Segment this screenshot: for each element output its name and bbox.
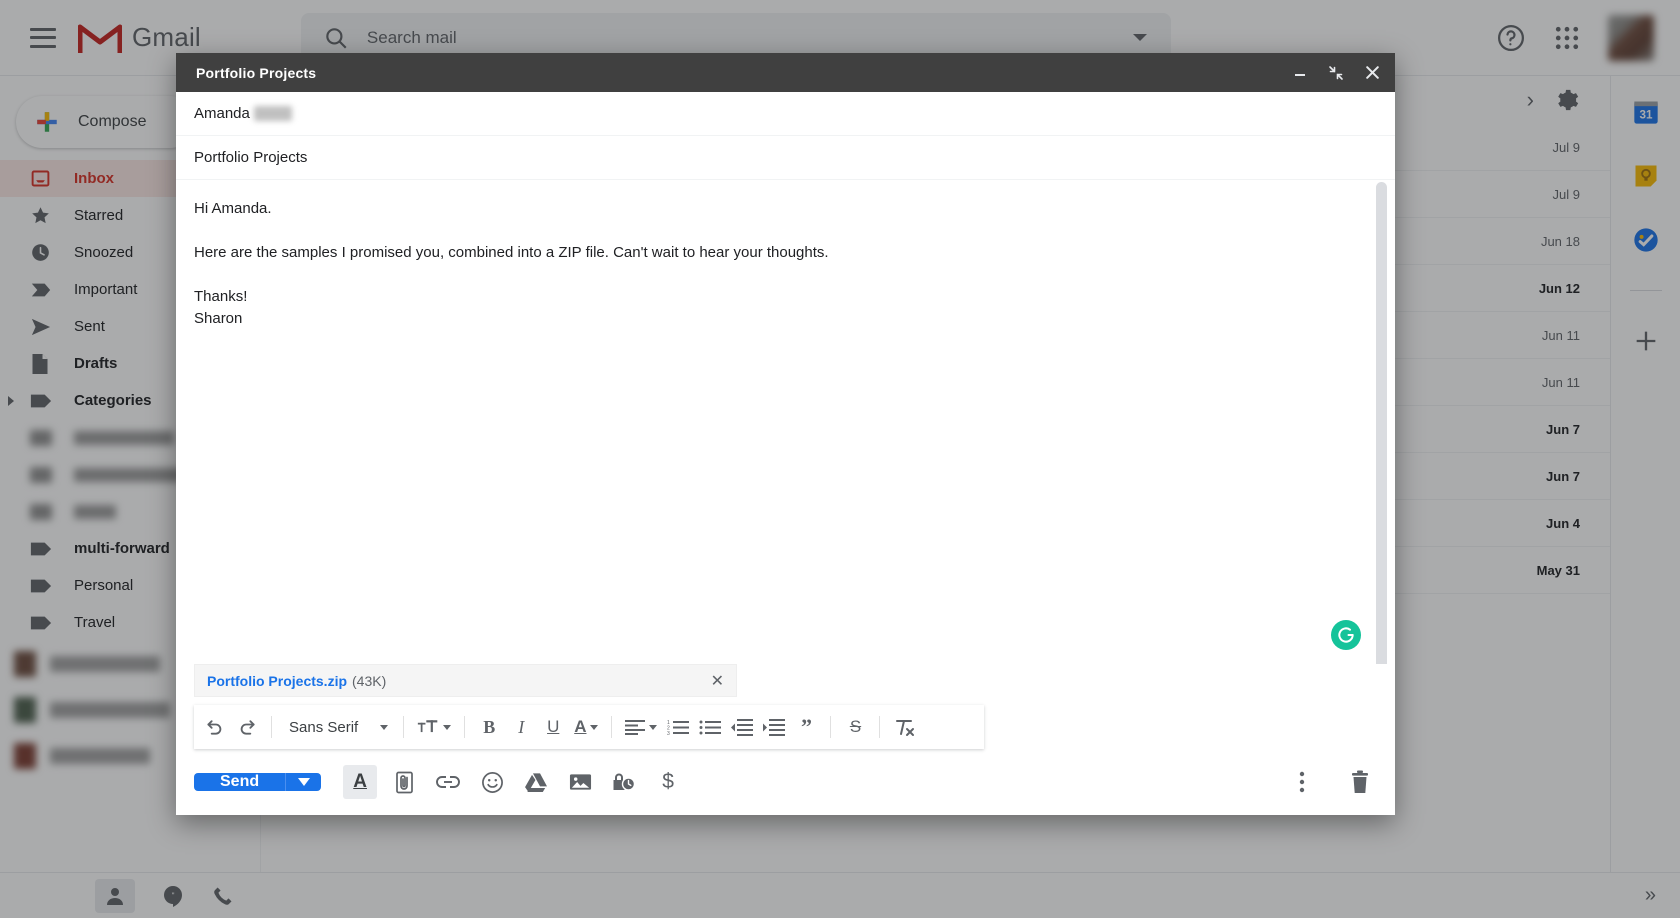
bulleted-list-icon[interactable]: [695, 711, 725, 743]
body-scrollbar[interactable]: [1376, 180, 1387, 664]
body-greeting: Hi Amanda.: [194, 200, 272, 217]
svg-text:3: 3: [667, 731, 670, 736]
insert-emoji-icon[interactable]: [475, 765, 509, 799]
recipient-field[interactable]: Amanda: [176, 92, 1395, 136]
attachments-area: Portfolio Projects.zip (43K) ✕: [176, 664, 1395, 705]
close-icon[interactable]: [1357, 58, 1387, 88]
align-left-icon[interactable]: [621, 711, 661, 743]
font-family-value: Sans Serif: [289, 718, 359, 736]
compose-actions: Send A $: [176, 749, 1395, 815]
redo-icon[interactable]: [232, 711, 262, 743]
recipient-name: Amanda: [194, 105, 250, 122]
divider: [403, 716, 405, 738]
divider: [879, 716, 881, 738]
compose-window-controls: [1285, 58, 1387, 88]
subject-value: Portfolio Projects: [194, 149, 308, 166]
formatting-options-icon[interactable]: A: [343, 765, 378, 799]
font-family-select[interactable]: Sans Serif: [281, 711, 394, 743]
undo-icon[interactable]: [200, 711, 230, 743]
strikethrough-icon[interactable]: S: [840, 711, 870, 743]
divider: [830, 716, 832, 738]
indent-increase-icon[interactable]: [759, 711, 789, 743]
insert-photo-icon[interactable]: [563, 765, 597, 799]
formatting-options-label: A: [353, 771, 367, 792]
indent-decrease-icon[interactable]: [727, 711, 757, 743]
divider: [271, 716, 272, 738]
italic-button[interactable]: I: [506, 711, 536, 743]
message-body-wrap: Hi Amanda. Here are the samples I promis…: [176, 180, 1395, 664]
divider: [611, 716, 613, 738]
divider: [464, 716, 466, 738]
attachment-chip[interactable]: Portfolio Projects.zip (43K) ✕: [194, 664, 737, 697]
minimize-icon[interactable]: [1285, 58, 1315, 88]
font-size-icon[interactable]: [413, 711, 455, 743]
confidential-mode-icon[interactable]: [607, 765, 641, 799]
insert-link-icon[interactable]: [431, 765, 465, 799]
body-signoff: Thanks!: [194, 288, 248, 305]
send-options-button[interactable]: [285, 773, 322, 791]
send-button[interactable]: Send: [194, 773, 286, 791]
text-color-label: A: [574, 717, 587, 736]
body-signature: Sharon: [194, 310, 243, 327]
attach-file-icon[interactable]: [387, 765, 421, 799]
google-drive-icon[interactable]: [519, 765, 553, 799]
compose-window: Portfolio Projects Amanda Portfolio Proj…: [176, 53, 1395, 815]
grammarly-icon[interactable]: [1331, 620, 1361, 650]
compose-title: Portfolio Projects: [196, 64, 317, 81]
recipient-email-redacted: [253, 106, 292, 121]
bold-button[interactable]: B: [474, 711, 504, 743]
attachment-size: (43K): [352, 672, 387, 689]
chevron-down-icon: [443, 724, 452, 730]
chevron-down-icon: [649, 724, 658, 730]
insert-actions: A $: [343, 765, 685, 799]
compose-actions-right: [1285, 765, 1377, 799]
trash-icon[interactable]: [1343, 765, 1377, 799]
send-group: Send: [194, 773, 322, 791]
chevron-down-icon: [380, 724, 389, 730]
chevron-down-icon: [590, 724, 599, 730]
compose-header[interactable]: Portfolio Projects: [176, 53, 1395, 92]
close-x-icon[interactable]: ✕: [711, 671, 724, 691]
more-options-icon[interactable]: [1285, 765, 1319, 799]
exit-full-screen-icon[interactable]: [1321, 58, 1351, 88]
body-paragraph: Here are the samples I promised you, com…: [194, 244, 829, 261]
scrollbar-thumb[interactable]: [1376, 182, 1387, 664]
insert-money-icon[interactable]: $: [651, 765, 685, 799]
text-color-button[interactable]: A: [570, 711, 602, 743]
formatting-toolbar: Sans Serif B I U A 1 2 3 ” S: [194, 705, 984, 749]
attachment-filename[interactable]: Portfolio Projects.zip: [207, 673, 347, 689]
remove-formatting-icon[interactable]: [889, 711, 919, 743]
block-quote-icon[interactable]: ”: [791, 711, 821, 743]
message-body[interactable]: Hi Amanda. Here are the samples I promis…: [176, 180, 1369, 664]
numbered-list-icon[interactable]: 1 2 3: [663, 711, 693, 743]
subject-field[interactable]: Portfolio Projects: [176, 136, 1395, 180]
underline-button[interactable]: U: [538, 711, 568, 743]
